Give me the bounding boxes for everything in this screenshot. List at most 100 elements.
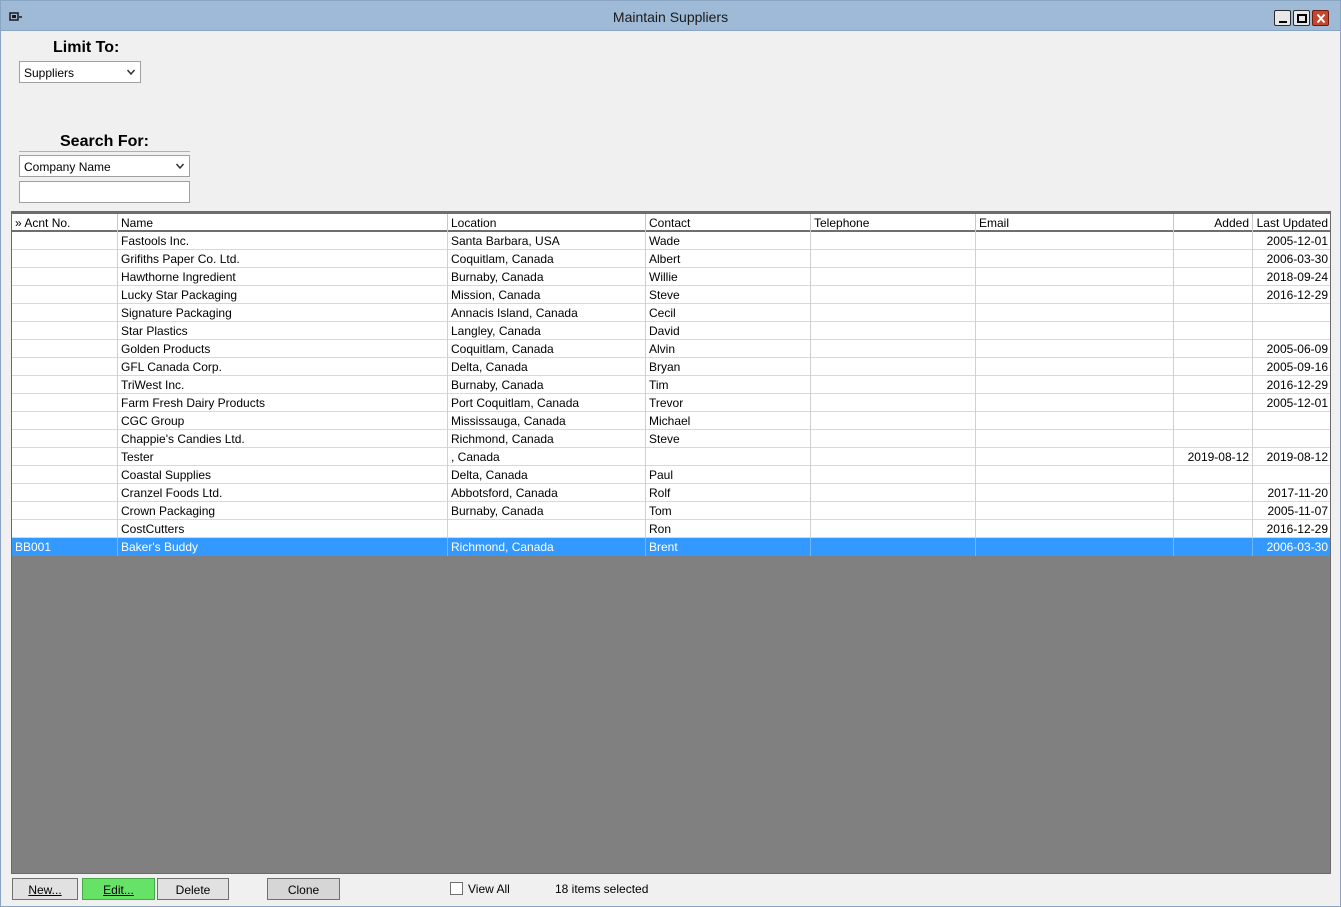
cell-name: Baker's Buddy	[118, 538, 448, 556]
cell-location: Coquitlam, Canada	[448, 340, 646, 358]
cell-email	[976, 394, 1174, 412]
cell-added	[1174, 340, 1253, 358]
column-header-name[interactable]: Name	[118, 214, 448, 232]
cell-telephone	[811, 232, 976, 250]
edit-button[interactable]: Edit...	[82, 878, 155, 900]
cell-contact: Steve	[646, 430, 811, 448]
cell-acnt-no	[12, 394, 118, 412]
cell-added: 2019-08-12	[1174, 448, 1253, 466]
maintain-suppliers-window: Maintain Suppliers Limit To: Suppliers S…	[0, 0, 1341, 907]
title-bar[interactable]: Maintain Suppliers	[1, 1, 1340, 31]
delete-button[interactable]: Delete	[157, 878, 229, 900]
column-header-last-updated[interactable]: Last Updated	[1253, 214, 1330, 232]
cell-contact: Alvin	[646, 340, 811, 358]
cell-telephone	[811, 466, 976, 484]
table-row[interactable]: Chappie's Candies Ltd. Richmond, Canada St…	[12, 430, 1330, 448]
cell-added	[1174, 322, 1253, 340]
cell-acnt-no	[12, 286, 118, 304]
table-row[interactable]: BB001 Baker's Buddy Richmond, Canada Brent 2…	[12, 538, 1330, 556]
clone-button[interactable]: Clone	[267, 878, 340, 900]
limit-to-select[interactable]: Suppliers	[19, 61, 141, 83]
search-field-select[interactable]: Company Name	[19, 155, 190, 177]
table-row[interactable]: Coastal Supplies Delta, Canada Paul	[12, 466, 1330, 484]
cell-acnt-no	[12, 484, 118, 502]
cell-location: Santa Barbara, USA	[448, 232, 646, 250]
cell-last-updated: 2006-03-30	[1253, 538, 1330, 556]
close-button[interactable]	[1312, 10, 1329, 26]
table-row[interactable]: Farm Fresh Dairy Products Port Coquitlam,…	[12, 394, 1330, 412]
column-header-email[interactable]: Email	[976, 214, 1174, 232]
cell-location: Burnaby, Canada	[448, 268, 646, 286]
cell-email	[976, 304, 1174, 322]
cell-acnt-no	[12, 304, 118, 322]
cell-telephone	[811, 412, 976, 430]
cell-email	[976, 250, 1174, 268]
cell-added	[1174, 394, 1253, 412]
cell-location: Richmond, Canada	[448, 538, 646, 556]
table-row[interactable]: Fastools Inc. Santa Barbara, USA Wade 2005-…	[12, 232, 1330, 250]
cell-last-updated: 2019-08-12	[1253, 448, 1330, 466]
cell-acnt-no	[12, 250, 118, 268]
view-all-checkbox[interactable]	[450, 882, 463, 895]
minimize-icon	[1279, 21, 1287, 23]
table-row[interactable]: Golden Products Coquitlam, Canada Alvin 200…	[12, 340, 1330, 358]
maximize-icon	[1297, 14, 1307, 23]
cell-contact: Michael	[646, 412, 811, 430]
cell-last-updated: 2005-12-01	[1253, 394, 1330, 412]
table-row[interactable]: Signature Packaging Annacis Island, Canad…	[12, 304, 1330, 322]
cell-email	[976, 340, 1174, 358]
clone-button-label: Clone	[287, 883, 320, 897]
table-row[interactable]: Crown Packaging Burnaby, Canada Tom 2005-11…	[12, 502, 1330, 520]
table-row[interactable]: Grifiths Paper Co. Ltd. Coquitlam, Canada…	[12, 250, 1330, 268]
minimize-button[interactable]	[1274, 10, 1291, 26]
new-button[interactable]: New...	[12, 878, 78, 900]
cell-last-updated	[1253, 322, 1330, 340]
table-row[interactable]: CGC Group Mississauga, Canada Michael	[12, 412, 1330, 430]
cell-last-updated	[1253, 412, 1330, 430]
search-field-value: Company Name	[24, 160, 111, 174]
column-header-acnt-no[interactable]: » Acnt No.	[12, 214, 118, 232]
cell-name: Signature Packaging	[118, 304, 448, 322]
cell-location: Burnaby, Canada	[448, 376, 646, 394]
cell-location: , Canada	[448, 448, 646, 466]
cell-location: Port Coquitlam, Canada	[448, 394, 646, 412]
table-row[interactable]: Star Plastics Langley, Canada David	[12, 322, 1330, 340]
table-header: » Acnt No. Name Location Contact Telepho…	[12, 212, 1330, 232]
suppliers-table: » Acnt No. Name Location Contact Telepho…	[11, 211, 1331, 874]
limit-to-value: Suppliers	[24, 66, 75, 80]
column-header-added[interactable]: Added	[1174, 214, 1253, 232]
column-header-telephone[interactable]: Telephone	[811, 214, 976, 232]
cell-email	[976, 286, 1174, 304]
view-all-label[interactable]: View All	[468, 882, 510, 896]
table-row[interactable]: CostCutters Ron 2016-12-29	[12, 520, 1330, 538]
cell-telephone	[811, 286, 976, 304]
cell-acnt-no	[12, 412, 118, 430]
table-row[interactable]: Hawthorne Ingredient Burnaby, Canada Willi…	[12, 268, 1330, 286]
cell-email	[976, 520, 1174, 538]
cell-telephone	[811, 322, 976, 340]
maximize-button[interactable]	[1293, 10, 1310, 26]
table-row[interactable]: Lucky Star Packaging Mission, Canada Steve…	[12, 286, 1330, 304]
table-row[interactable]: GFL Canada Corp. Delta, Canada Bryan 2005-0…	[12, 358, 1330, 376]
cell-contact: Brent	[646, 538, 811, 556]
table-row[interactable]: TriWest Inc. Burnaby, Canada Tim 2016-12-29	[12, 376, 1330, 394]
cell-telephone	[811, 340, 976, 358]
column-header-location[interactable]: Location	[448, 214, 646, 232]
cell-added	[1174, 232, 1253, 250]
search-divider	[19, 151, 190, 152]
cell-telephone	[811, 304, 976, 322]
cell-location	[448, 520, 646, 538]
cell-added	[1174, 268, 1253, 286]
cell-name: Star Plastics	[118, 322, 448, 340]
search-input[interactable]	[19, 181, 190, 203]
cell-last-updated: 2005-09-16	[1253, 358, 1330, 376]
table-row[interactable]: Cranzel Foods Ltd. Abbotsford, Canada Rolf…	[12, 484, 1330, 502]
cell-acnt-no: BB001	[12, 538, 118, 556]
column-header-contact[interactable]: Contact	[646, 214, 811, 232]
cell-location: Langley, Canada	[448, 322, 646, 340]
cell-telephone	[811, 538, 976, 556]
table-row[interactable]: Tester, Canada 2019-08-12 2019-08-12	[12, 448, 1330, 466]
cell-telephone	[811, 268, 976, 286]
cell-contact: Willie	[646, 268, 811, 286]
cell-last-updated: 2018-09-24	[1253, 268, 1330, 286]
